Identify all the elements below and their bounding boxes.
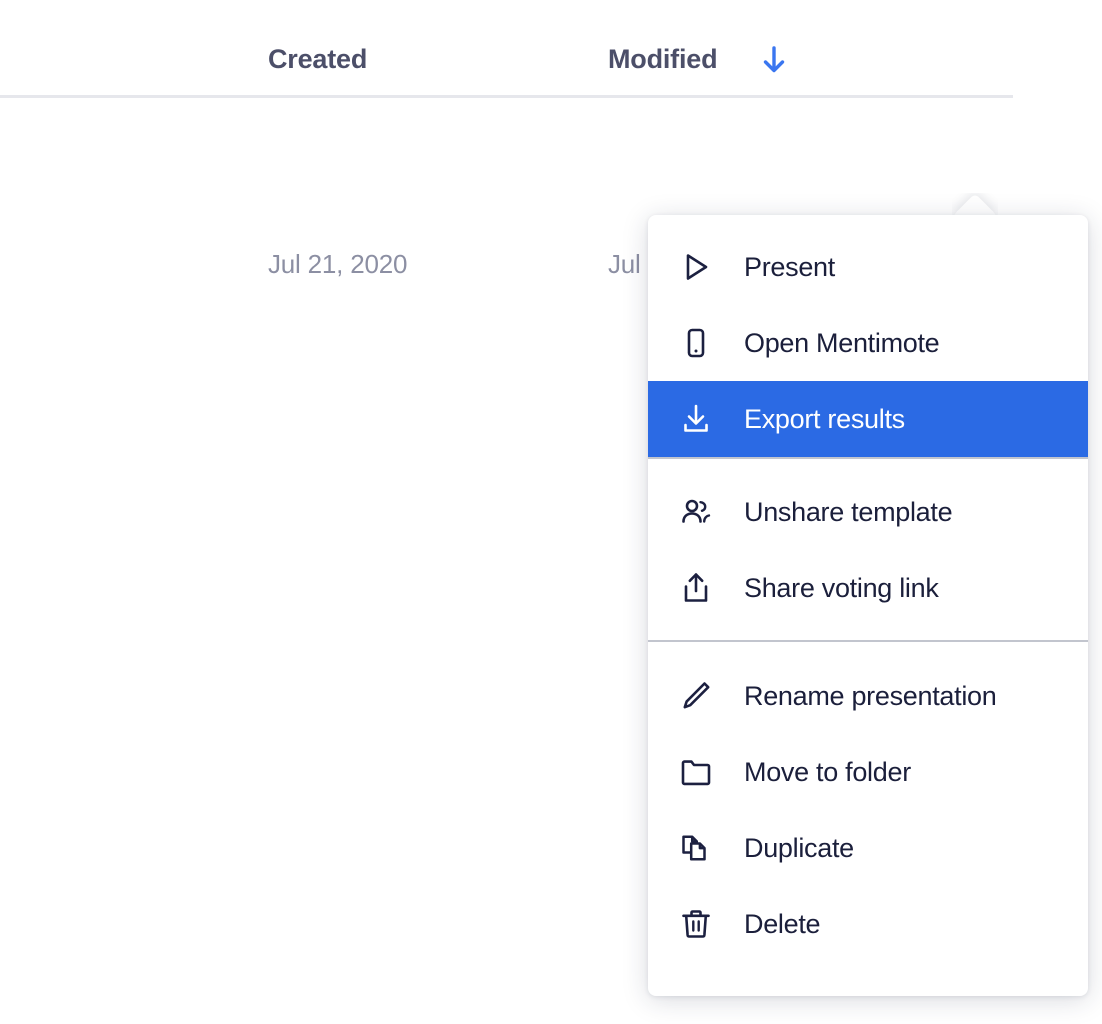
menu-item-rename-presentation[interactable]: Rename presentation [648, 658, 1088, 734]
table-header: Created Modified [0, 0, 1013, 98]
menu-item-label: Open Mentimote [744, 327, 940, 358]
share-upload-icon [648, 570, 744, 606]
column-header-modified[interactable]: Modified [608, 44, 718, 75]
menu-item-move-to-folder[interactable]: Move to folder [648, 734, 1088, 810]
menu-item-unshare-template[interactable]: Unshare template [648, 474, 1088, 550]
play-icon [648, 249, 744, 285]
menu-group-share: Unshare template Share voting link [648, 459, 1088, 640]
table-row[interactable]: Jul 21, 2020 Jul 21, 2020 [0, 97, 1013, 279]
pencil-icon [648, 678, 744, 714]
menu-item-label: Share voting link [744, 572, 939, 603]
menu-item-label: Export results [744, 403, 905, 434]
arrow-down-icon[interactable] [754, 40, 794, 80]
menu-group-manage: Rename presentation Move to folder Dupli… [648, 642, 1088, 980]
menu-item-open-mentimote[interactable]: Open Mentimote [648, 305, 1088, 381]
menu-item-label: Duplicate [744, 832, 854, 863]
column-header-created[interactable]: Created [268, 44, 367, 75]
menu-item-label: Move to folder [744, 756, 911, 787]
copy-icon [648, 830, 744, 866]
menu-item-export-results[interactable]: Export results [648, 381, 1088, 457]
menu-item-duplicate[interactable]: Duplicate [648, 810, 1088, 886]
context-menu: Present Open Mentimote Export results Un… [648, 215, 1088, 996]
menu-item-label: Delete [744, 908, 821, 939]
menu-caret [952, 193, 998, 217]
menu-item-label: Rename presentation [744, 680, 997, 711]
trash-icon [648, 906, 744, 942]
folder-icon [648, 754, 744, 790]
menu-group-primary: Present Open Mentimote Export results [648, 215, 1088, 457]
download-icon [648, 401, 744, 437]
menu-item-delete[interactable]: Delete [648, 886, 1088, 962]
menu-item-share-voting-link[interactable]: Share voting link [648, 550, 1088, 626]
menu-item-label: Present [744, 251, 835, 282]
cell-created-date: Jul 21, 2020 [268, 249, 408, 279]
mobile-remote-icon [648, 325, 744, 361]
menu-item-label: Unshare template [744, 496, 953, 527]
menu-item-present[interactable]: Present [648, 229, 1088, 305]
people-icon [648, 494, 744, 530]
